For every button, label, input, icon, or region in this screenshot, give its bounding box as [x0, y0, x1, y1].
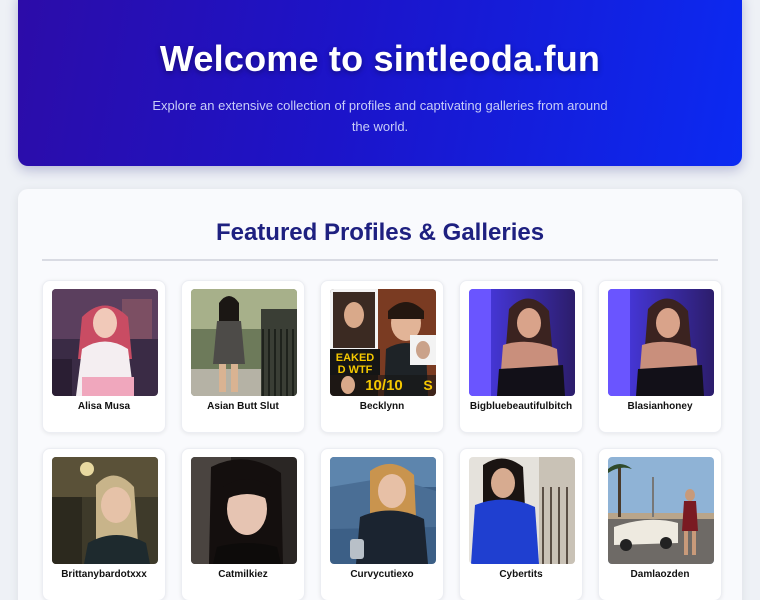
site-tagline: Explore an extensive collection of profi… — [152, 98, 608, 134]
profile-card[interactable]: Curvycutiexo — [320, 448, 444, 600]
profile-card[interactable]: Damlaozden — [598, 448, 722, 600]
profile-name[interactable]: Asian Butt Slut — [184, 401, 302, 412]
profile-card[interactable]: Asian Butt Slut — [181, 280, 305, 433]
profile-grid: Alisa Musa Asian Butt Slut EAKED D WTF 1… — [42, 280, 722, 600]
section-title: Featured Profiles & Galleries — [215, 219, 545, 246]
profile-thumbnail[interactable] — [469, 289, 575, 396]
profile-thumbnail[interactable] — [191, 457, 297, 564]
profile-card[interactable]: Alisa Musa — [42, 280, 166, 433]
svg-text:D WTF: D WTF — [338, 364, 373, 376]
profile-thumbnail[interactable] — [330, 457, 436, 564]
profile-card[interactable]: Cybertits — [459, 448, 583, 600]
hero-banner: Welcome to sintleoda.fun Explore an exte… — [18, 0, 742, 166]
site-title: Welcome to sintleoda.fun — [159, 38, 601, 79]
profile-name[interactable]: Becklynn — [323, 401, 441, 412]
profile-name[interactable]: Bigbluebeautifulbitch — [462, 401, 580, 412]
profile-thumbnail[interactable]: EAKED D WTF 10/10 S — [330, 289, 436, 396]
profile-name[interactable]: Cybertits — [462, 569, 580, 580]
svg-text:S: S — [423, 377, 432, 393]
profile-thumbnail[interactable] — [191, 289, 297, 396]
svg-text:10/10: 10/10 — [365, 377, 403, 394]
profile-name[interactable]: Brittanybardotxxx — [45, 569, 163, 580]
profile-card[interactable]: Bigbluebeautifulbitch — [459, 280, 583, 433]
profile-card[interactable]: Catmilkiez — [181, 448, 305, 600]
profile-thumbnail[interactable] — [52, 289, 158, 396]
profile-name[interactable]: Alisa Musa — [45, 401, 163, 412]
profile-name[interactable]: Curvycutiexo — [323, 569, 441, 580]
profile-thumbnail[interactable] — [608, 457, 714, 564]
profile-thumbnail[interactable] — [52, 457, 158, 564]
profile-name[interactable]: Damlaozden — [601, 569, 719, 580]
profile-card[interactable]: Blasianhoney — [598, 280, 722, 433]
profile-thumbnail[interactable] — [608, 289, 714, 396]
featured-section: Featured Profiles & Galleries Alisa Musa — [18, 189, 742, 600]
profile-card[interactable]: EAKED D WTF 10/10 S Becklynn — [320, 280, 444, 433]
svg-text:EAKED: EAKED — [336, 352, 375, 364]
section-divider — [42, 259, 718, 261]
profile-name[interactable]: Catmilkiez — [184, 569, 302, 580]
profile-thumbnail[interactable] — [469, 457, 575, 564]
profile-name[interactable]: Blasianhoney — [601, 401, 719, 412]
profile-card[interactable]: Brittanybardotxxx — [42, 448, 166, 600]
